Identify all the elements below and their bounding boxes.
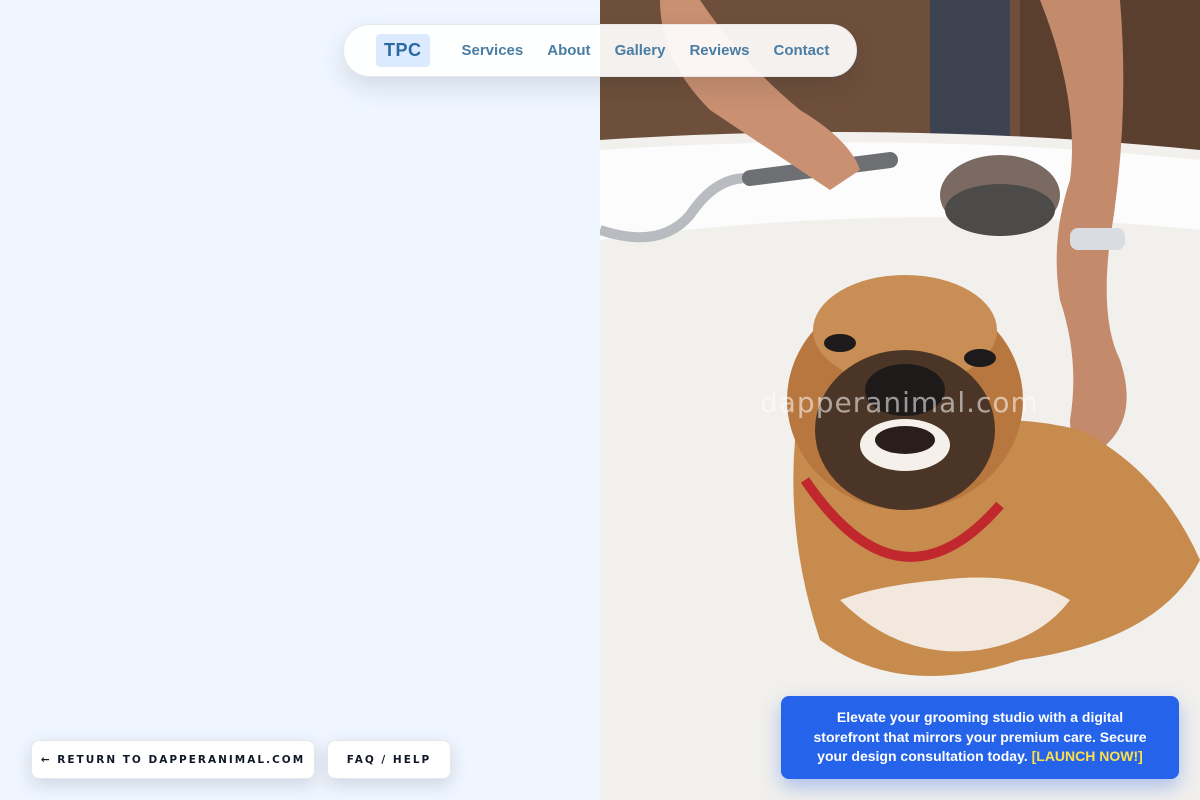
site-logo[interactable]: TPC bbox=[376, 34, 430, 67]
faq-help-button[interactable]: FAQ / HELP bbox=[327, 740, 451, 779]
top-navigation: TPC Services About Gallery Reviews Conta… bbox=[343, 24, 857, 77]
watermark-text: dapperanimal.com bbox=[760, 386, 1039, 419]
promo-banner: Elevate your grooming studio with a digi… bbox=[781, 696, 1179, 779]
nav-link-contact[interactable]: Contact bbox=[773, 42, 829, 59]
launch-now-link[interactable]: [LAUNCH NOW!] bbox=[1032, 748, 1143, 764]
nav-link-gallery[interactable]: Gallery bbox=[615, 42, 666, 59]
return-to-site-button[interactable]: ← RETURN TO DAPPERANIMAL.COM bbox=[31, 740, 315, 779]
nav-link-reviews[interactable]: Reviews bbox=[689, 42, 749, 59]
left-pane bbox=[0, 0, 600, 800]
nav-link-about[interactable]: About bbox=[547, 42, 590, 59]
nav-link-services[interactable]: Services bbox=[462, 42, 524, 59]
